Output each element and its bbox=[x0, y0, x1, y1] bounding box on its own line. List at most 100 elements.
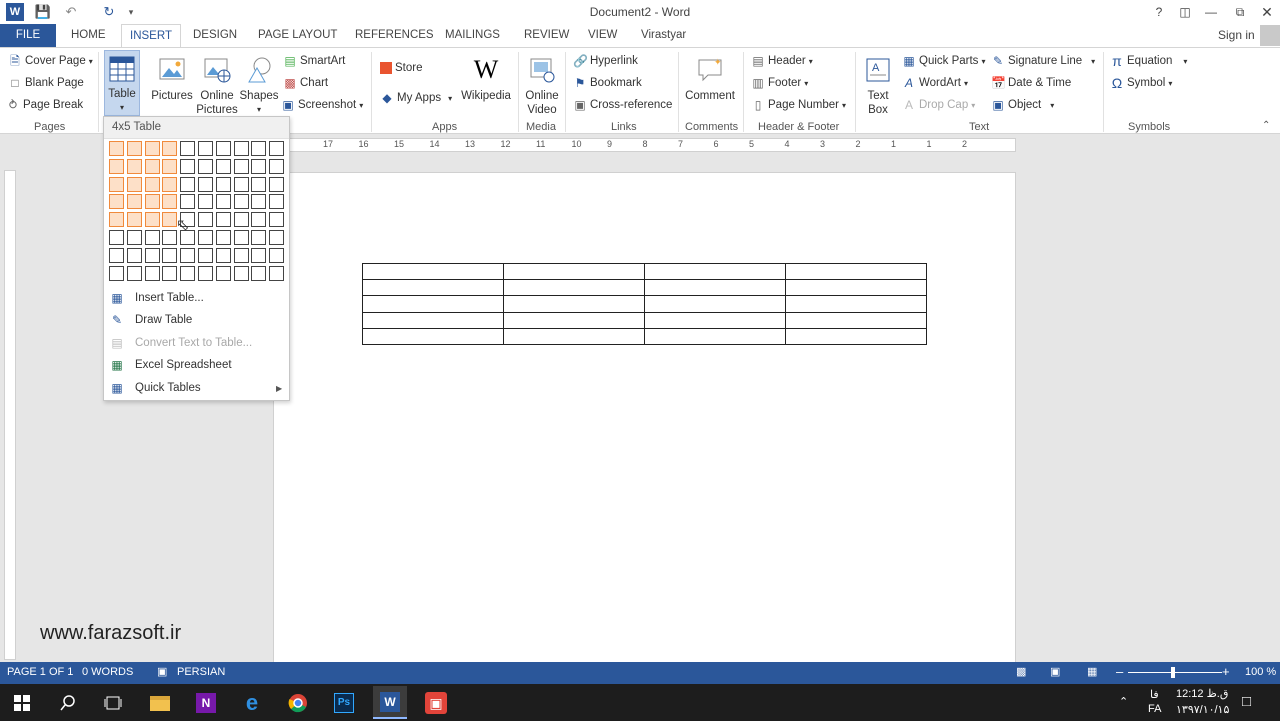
store-button[interactable]: Store bbox=[380, 62, 423, 74]
grid-cell[interactable] bbox=[144, 265, 160, 281]
grid-cell[interactable] bbox=[126, 176, 142, 192]
grid-cell[interactable] bbox=[251, 247, 267, 263]
grid-cell[interactable] bbox=[215, 141, 231, 156]
grid-cell[interactable] bbox=[215, 230, 231, 245]
online-video-button[interactable]: Online Video bbox=[522, 54, 562, 117]
word-taskbar-icon[interactable]: W bbox=[373, 686, 407, 719]
page-number-button[interactable]: ▯ Page Number ▾ bbox=[751, 98, 846, 112]
vertical-ruler[interactable] bbox=[4, 170, 16, 660]
grid-cell[interactable] bbox=[144, 212, 160, 228]
grid-cell[interactable] bbox=[180, 141, 196, 156]
word-count[interactable]: 0 WORDS bbox=[82, 666, 133, 678]
grid-cell[interactable] bbox=[109, 141, 124, 156]
grid-cell[interactable] bbox=[198, 141, 213, 156]
zoom-level[interactable]: 100 % bbox=[1245, 666, 1276, 678]
document-table[interactable] bbox=[362, 262, 927, 346]
grid-cell[interactable] bbox=[198, 176, 213, 192]
grid-cell[interactable] bbox=[126, 212, 142, 228]
blank-page-button[interactable]: □ Blank Page bbox=[8, 76, 83, 90]
collapse-ribbon-icon[interactable]: ⌃ bbox=[1262, 120, 1270, 131]
restore-icon[interactable]: ⧉ bbox=[1227, 2, 1253, 22]
shapes-button[interactable]: Shapes ▾ bbox=[240, 54, 279, 117]
drop-cap-button[interactable]: A Drop Cap ▾ bbox=[902, 98, 975, 112]
grid-cell[interactable] bbox=[180, 176, 196, 192]
grid-cell[interactable] bbox=[180, 158, 196, 174]
excel-spreadsheet-item[interactable]: ▦ Excel Spreadsheet bbox=[104, 354, 289, 376]
table-row[interactable] bbox=[362, 262, 927, 281]
minimize-icon[interactable]: — bbox=[1198, 2, 1224, 22]
table-cell[interactable] bbox=[644, 327, 786, 346]
date-time-button[interactable]: 📅 Date & Time bbox=[991, 76, 1071, 90]
show-hidden-icons-icon[interactable]: ⌃ bbox=[1119, 695, 1128, 708]
zoom-in-icon[interactable]: + bbox=[1222, 664, 1230, 679]
grid-cell[interactable] bbox=[269, 176, 285, 192]
page-break-button[interactable]: ⥁ Page Break bbox=[6, 98, 83, 112]
horizontal-ruler[interactable]: 17 16 15 14 13 12 11 10 9 8 7 6 5 4 3 2 1 1 2 bbox=[272, 138, 1016, 152]
tab-review[interactable]: REVIEW bbox=[516, 24, 577, 47]
grid-cell[interactable] bbox=[198, 265, 213, 281]
tab-view[interactable]: VIEW bbox=[580, 24, 625, 47]
grid-cell[interactable] bbox=[162, 265, 178, 281]
tab-design[interactable]: DESIGN bbox=[185, 24, 245, 47]
grid-cell[interactable] bbox=[144, 158, 160, 174]
grid-cell[interactable] bbox=[251, 158, 267, 174]
grid-cell[interactable] bbox=[269, 194, 285, 210]
avatar[interactable] bbox=[1260, 25, 1280, 46]
grid-cell[interactable] bbox=[126, 265, 142, 281]
signature-line-button[interactable]: ✎ Signature Line ▾ bbox=[991, 54, 1095, 68]
grid-cell[interactable] bbox=[126, 141, 142, 156]
grid-cell[interactable] bbox=[215, 176, 231, 192]
grid-cell[interactable] bbox=[233, 176, 249, 192]
grid-cell[interactable] bbox=[251, 230, 267, 245]
wordart-button[interactable]: A WordArt ▾ bbox=[902, 76, 968, 90]
table-cell[interactable] bbox=[503, 295, 645, 313]
grid-cell[interactable] bbox=[162, 247, 178, 263]
grid-cell[interactable] bbox=[198, 212, 213, 228]
table-cell[interactable] bbox=[503, 262, 645, 281]
language-top[interactable]: فا bbox=[1150, 688, 1159, 701]
table-row[interactable] bbox=[362, 279, 927, 297]
table-row[interactable] bbox=[362, 295, 927, 313]
grid-cell[interactable] bbox=[162, 141, 178, 156]
table-cell[interactable] bbox=[362, 262, 504, 281]
grid-cell[interactable] bbox=[215, 158, 231, 174]
task-view-icon[interactable] bbox=[98, 688, 128, 718]
grid-cell[interactable] bbox=[144, 247, 160, 263]
print-layout-icon[interactable]: ▣ bbox=[1050, 665, 1060, 678]
sign-in-link[interactable]: Sign in bbox=[1218, 28, 1255, 42]
wikipedia-button[interactable]: W Wikipedia bbox=[460, 54, 512, 103]
my-apps-button[interactable]: ◆ My Apps ▾ bbox=[380, 91, 452, 105]
grid-cell[interactable] bbox=[180, 247, 196, 263]
table-cell[interactable] bbox=[644, 295, 786, 313]
grid-cell[interactable] bbox=[269, 158, 285, 174]
grid-cell[interactable] bbox=[162, 158, 178, 174]
table-cell[interactable] bbox=[362, 279, 504, 297]
grid-cell[interactable] bbox=[269, 141, 285, 156]
zoom-out-icon[interactable]: – bbox=[1116, 664, 1123, 679]
footer-button[interactable]: ▥ Footer ▾ bbox=[751, 76, 808, 90]
edge-icon[interactable]: e bbox=[237, 688, 267, 718]
hyperlink-button[interactable]: 🔗 Hyperlink bbox=[573, 54, 638, 68]
proofing-icon[interactable]: ▣ bbox=[157, 665, 167, 678]
equation-button[interactable]: π Equation ▾ bbox=[1110, 54, 1187, 68]
table-cell[interactable] bbox=[503, 279, 645, 297]
page-count[interactable]: PAGE 1 OF 1 bbox=[7, 666, 73, 678]
table-cell[interactable] bbox=[644, 279, 786, 297]
clock-date[interactable]: ۱۳۹۷/۱۰/۱۵ bbox=[1176, 703, 1229, 716]
table-cell[interactable] bbox=[785, 327, 927, 346]
table-row[interactable] bbox=[362, 327, 927, 346]
grid-cell[interactable] bbox=[233, 230, 249, 245]
grid-cell[interactable] bbox=[198, 194, 213, 210]
grid-cell[interactable] bbox=[233, 265, 249, 281]
grid-cell[interactable] bbox=[269, 230, 285, 245]
language-indicator[interactable]: PERSIAN bbox=[177, 666, 225, 678]
table-cell[interactable] bbox=[785, 295, 927, 313]
camtasia-icon[interactable]: ▣ bbox=[421, 688, 451, 718]
insert-table-item[interactable]: ▦ Insert Table... bbox=[104, 287, 289, 309]
windows-start-icon[interactable] bbox=[7, 688, 37, 718]
object-button[interactable]: ▣ Object ▾ bbox=[991, 98, 1054, 112]
grid-cell[interactable] bbox=[144, 230, 160, 245]
grid-cell[interactable] bbox=[198, 230, 213, 245]
grid-cell[interactable] bbox=[109, 212, 124, 228]
grid-cell[interactable] bbox=[126, 158, 142, 174]
